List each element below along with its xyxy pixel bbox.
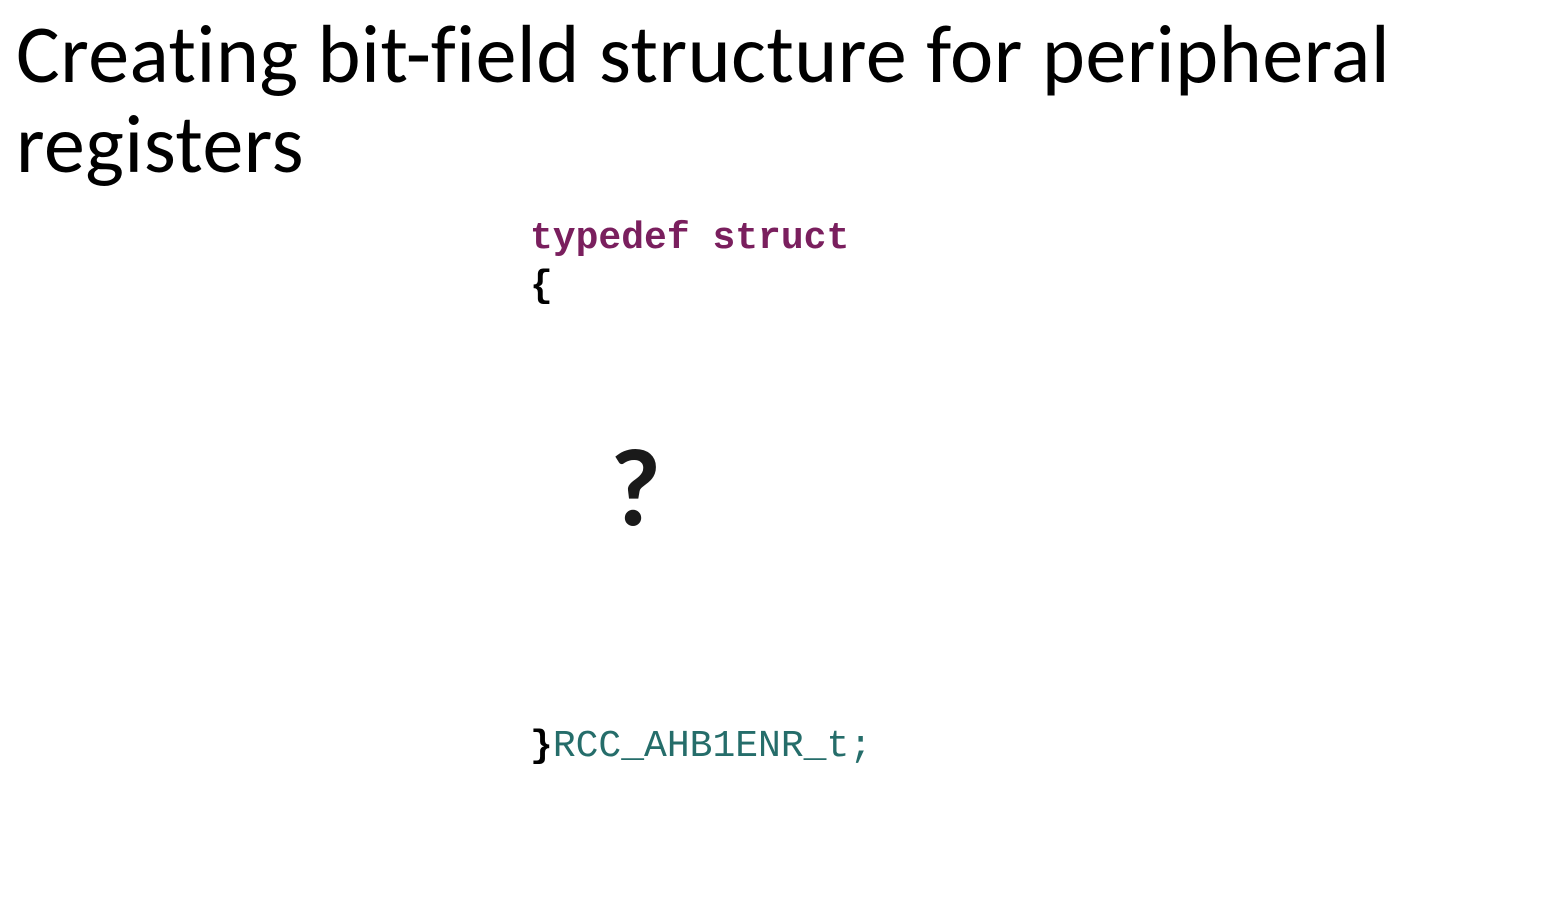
code-typedef-struct: typedef struct { [530,215,849,310]
code-space [690,217,713,260]
keyword-struct: struct [712,217,849,260]
slide-title: Creating bit-field structure for periphe… [16,10,1516,190]
slide: Creating bit-field structure for periphe… [0,0,1555,901]
open-brace: { [530,265,553,308]
keyword-typedef: typedef [530,217,690,260]
type-name: RCC_AHB1ENR_t; [553,725,872,768]
code-closing-line: }RCC_AHB1ENR_t; [530,725,872,768]
placeholder-question-mark: ? [610,420,661,555]
close-brace: } [530,725,553,768]
